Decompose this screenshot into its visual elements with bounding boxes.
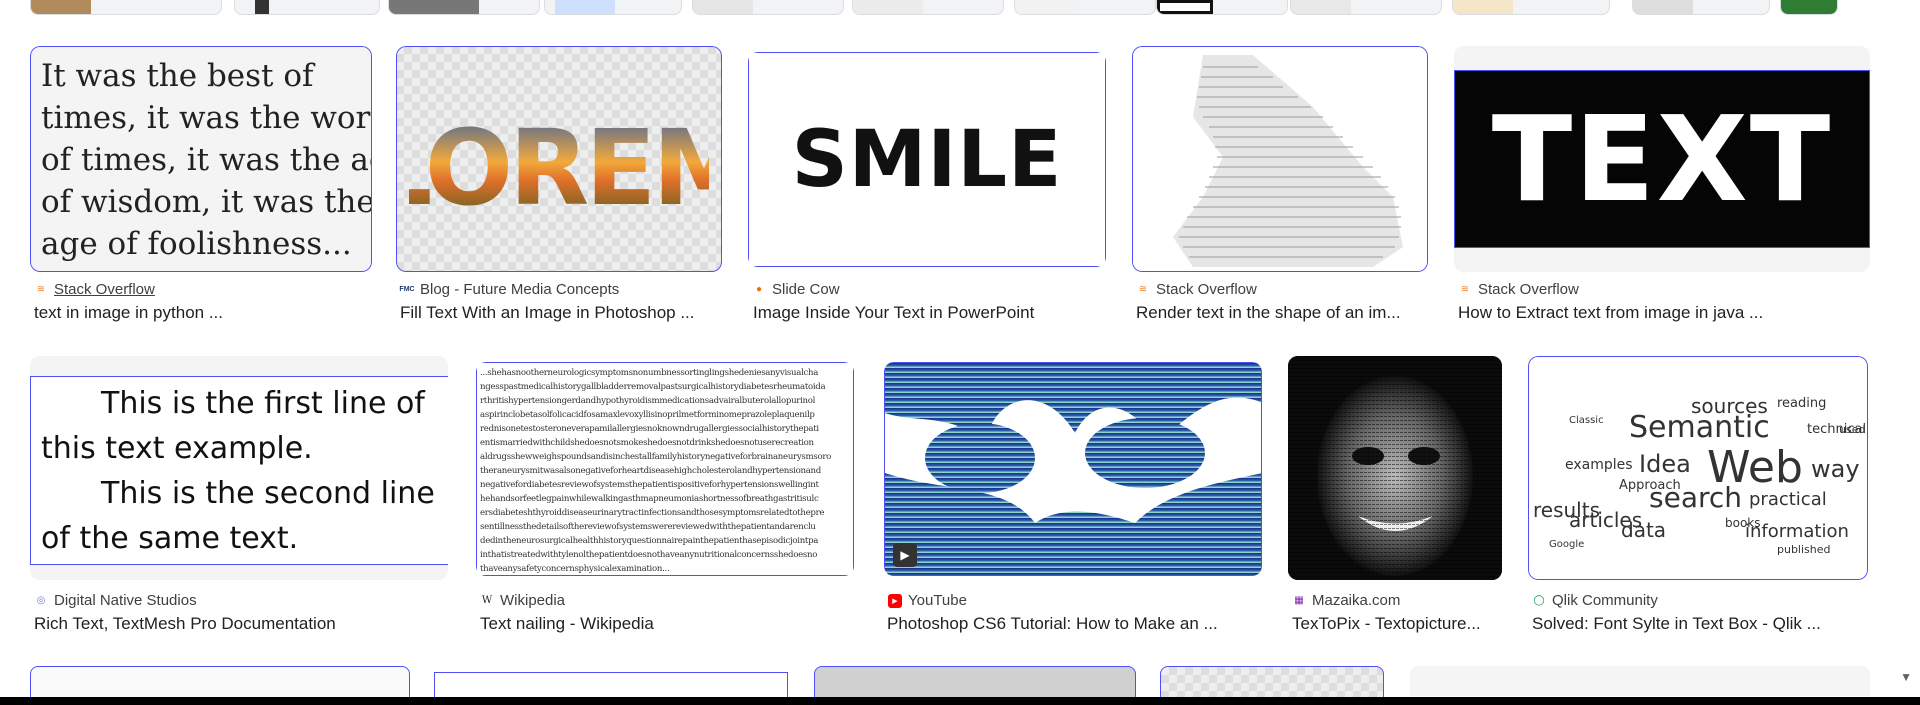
text-image-label: TEXT bbox=[1491, 90, 1833, 228]
result-thumbnail[interactable] bbox=[1410, 666, 1870, 696]
svg-text:practical: practical bbox=[1749, 489, 1827, 510]
stack-overflow-icon: ≋ bbox=[36, 284, 46, 295]
lorem-text: LOREM bbox=[409, 107, 709, 219]
result-title[interactable]: text in image in python ... bbox=[34, 303, 374, 323]
svg-text:Google: Google bbox=[1549, 539, 1584, 550]
related-chip[interactable] bbox=[1632, 0, 1770, 15]
result-title[interactable]: Photoshop CS6 Tutorial: How to Make an .… bbox=[887, 614, 1265, 634]
svg-text:sources: sources bbox=[1691, 394, 1768, 418]
related-chip[interactable] bbox=[1780, 0, 1838, 15]
digital-native-icon: ◎ bbox=[36, 595, 46, 606]
source-name[interactable]: Digital Native Studios bbox=[54, 592, 197, 609]
result-source[interactable]: W Wikipedia bbox=[480, 592, 565, 609]
svg-text:way: way bbox=[1811, 455, 1860, 483]
result-thumbnail[interactable]: ▶ bbox=[884, 362, 1262, 576]
related-chip[interactable] bbox=[388, 0, 540, 15]
thumbnail-text: This is the first line of this text exam… bbox=[41, 386, 435, 556]
result-title[interactable]: TexToPix - Textopicture... bbox=[1292, 614, 1502, 634]
smile-text: SMILE bbox=[791, 114, 1063, 205]
related-chip[interactable] bbox=[30, 0, 222, 15]
source-name[interactable]: Slide Cow bbox=[772, 281, 840, 298]
result-thumbnail[interactable]: TEXT bbox=[1454, 46, 1870, 272]
qlik-icon: ◯ bbox=[1533, 595, 1545, 606]
result-thumbnail[interactable] bbox=[1160, 666, 1384, 697]
slide-cow-icon: ● bbox=[755, 284, 763, 295]
result-thumbnail[interactable]: SMILE bbox=[748, 52, 1106, 267]
svg-text:published: published bbox=[1777, 543, 1831, 556]
fmc-icon: FMC bbox=[399, 286, 415, 293]
related-chip[interactable] bbox=[1290, 0, 1442, 15]
play-video-icon[interactable]: ▶ bbox=[893, 543, 917, 567]
result-source[interactable]: ● Slide Cow bbox=[752, 281, 840, 298]
source-name[interactable]: YouTube bbox=[908, 592, 967, 609]
related-chip[interactable] bbox=[852, 0, 1004, 15]
result-title[interactable]: Render text in the shape of an im... bbox=[1136, 303, 1422, 323]
result-source[interactable]: ◎ Digital Native Studios bbox=[34, 592, 197, 609]
word-cloud-image: Semantic Web search Idea sources data in… bbox=[1533, 394, 1866, 556]
result-thumbnail[interactable]: Semantic Web search Idea sources data in… bbox=[1528, 356, 1868, 580]
stack-overflow-icon: ≋ bbox=[1460, 284, 1470, 295]
lorem-image: LOREM bbox=[409, 107, 709, 219]
source-name[interactable]: Mazaika.com bbox=[1312, 592, 1400, 609]
result-source[interactable]: ▦ Mazaika.com bbox=[1292, 592, 1400, 609]
result-source[interactable]: ≋ Stack Overflow bbox=[1458, 281, 1579, 298]
result-source[interactable]: ◯ Qlik Community bbox=[1532, 592, 1658, 609]
text-shape-image bbox=[1173, 55, 1403, 267]
result-thumbnail[interactable]: This is the first line of this text exam… bbox=[30, 356, 448, 580]
source-name[interactable]: Blog - Future Media Concepts bbox=[420, 281, 619, 298]
result-thumbnail[interactable]: LOREM bbox=[396, 46, 722, 272]
svg-text:Classic: Classic bbox=[1569, 415, 1604, 426]
related-chip[interactable] bbox=[1014, 0, 1156, 15]
stack-overflow-icon: ≋ bbox=[1138, 284, 1148, 295]
source-name[interactable]: Stack Overflow bbox=[54, 281, 155, 298]
svg-text:examples: examples bbox=[1565, 457, 1633, 473]
source-name[interactable]: Wikipedia bbox=[500, 592, 565, 609]
source-name[interactable]: Stack Overflow bbox=[1478, 281, 1579, 298]
result-thumbnail[interactable] bbox=[814, 666, 1136, 697]
youtube-icon: ▶ bbox=[888, 593, 902, 608]
text-portrait-image bbox=[1288, 356, 1502, 580]
source-name[interactable]: Qlik Community bbox=[1552, 592, 1658, 609]
bottom-edge-bar bbox=[0, 697, 1920, 705]
thumbnail-text: ...shehasnootherneurologicsymptomsnonumb… bbox=[480, 368, 832, 574]
typography-portrait-image bbox=[885, 363, 1261, 575]
related-chip[interactable] bbox=[234, 0, 380, 15]
result-thumbnail[interactable]: It was the best of times, it was the wor… bbox=[30, 46, 372, 272]
related-chip[interactable] bbox=[1452, 0, 1610, 15]
result-title[interactable]: How to Extract text from image in java .… bbox=[1458, 303, 1868, 323]
source-name[interactable]: Stack Overflow bbox=[1156, 281, 1257, 298]
result-thumbnail[interactable] bbox=[1132, 46, 1428, 272]
result-thumbnail[interactable] bbox=[1288, 356, 1502, 580]
result-title[interactable]: Image Inside Your Text in PowerPoint bbox=[753, 303, 1113, 323]
svg-text:information: information bbox=[1745, 521, 1849, 542]
related-chip[interactable] bbox=[1156, 0, 1288, 15]
related-chip[interactable] bbox=[544, 0, 682, 15]
svg-text:reading: reading bbox=[1777, 396, 1826, 411]
result-source[interactable]: ≋ Stack Overflow bbox=[1136, 281, 1257, 298]
mazaika-icon: ▦ bbox=[1294, 595, 1304, 606]
result-source[interactable]: FMC Blog - Future Media Concepts bbox=[399, 281, 619, 298]
wikipedia-icon: W bbox=[481, 595, 493, 606]
result-thumbnail[interactable] bbox=[30, 666, 410, 697]
result-source[interactable]: ≋ Stack Overflow bbox=[34, 281, 155, 298]
svg-text:books: books bbox=[1725, 516, 1761, 530]
svg-text:Idea: Idea bbox=[1639, 450, 1691, 478]
related-chip[interactable] bbox=[692, 0, 844, 15]
result-title[interactable]: Rich Text, TextMesh Pro Documentation bbox=[34, 614, 454, 634]
result-source[interactable]: ▶ YouTube bbox=[888, 592, 967, 609]
thumbnail-text: It was the best of times, it was the wor… bbox=[41, 58, 372, 262]
svg-text:Approach: Approach bbox=[1619, 478, 1681, 493]
svg-text:used: used bbox=[1839, 423, 1865, 436]
scroll-down-arrow-icon[interactable]: ▼ bbox=[1900, 670, 1912, 684]
result-title[interactable]: Fill Text With an Image in Photoshop ... bbox=[400, 303, 730, 323]
svg-text:results: results bbox=[1533, 498, 1600, 522]
result-title[interactable]: Text nailing - Wikipedia bbox=[480, 614, 850, 634]
result-thumbnail[interactable] bbox=[434, 672, 788, 697]
result-thumbnail[interactable]: ...shehasnootherneurologicsymptomsnonumb… bbox=[476, 362, 854, 576]
result-title[interactable]: Solved: Font Sylte in Text Box - Qlik ..… bbox=[1532, 614, 1872, 634]
